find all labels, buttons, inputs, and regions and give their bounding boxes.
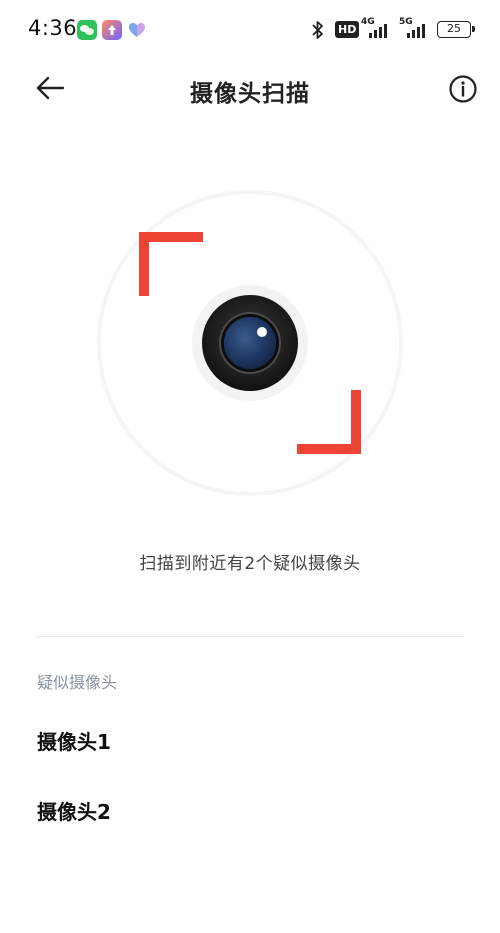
camera-lens-icon <box>202 295 298 391</box>
info-icon <box>449 75 477 103</box>
scan-result-text: 扫描到附近有2个疑似摄像头 <box>139 554 361 574</box>
divider <box>36 636 464 637</box>
status-bar: 4:36 HD 4G 5G 25 <box>0 0 500 60</box>
signal-icon <box>406 22 430 42</box>
title-bar: 摄像头扫描 <box>0 60 500 116</box>
scan-corner-bottom-right <box>297 390 361 454</box>
info-button[interactable] <box>448 74 478 104</box>
heart-icon <box>127 20 147 40</box>
page-title: 摄像头扫描 <box>190 81 310 107</box>
upload-icon <box>102 20 122 40</box>
lens-glass <box>224 317 276 369</box>
suspected-cameras-header: 疑似摄像头 <box>37 673 118 692</box>
scan-corner-top-left <box>139 232 203 296</box>
camera-list-item[interactable]: 摄像头1 <box>37 726 111 755</box>
lens-glint <box>257 327 267 337</box>
camera-scan-screen: 4:36 HD 4G 5G 25 摄像头扫描 扫描到附近有2个疑似摄像头 疑似摄… <box>0 0 500 933</box>
status-time: 4:36 <box>28 16 78 40</box>
camera-list-item[interactable]: 摄像头2 <box>37 796 111 825</box>
wechat-icon <box>77 20 97 40</box>
hd-badge: HD <box>335 21 360 38</box>
camera-scanner <box>97 190 403 496</box>
signal-icon <box>368 22 392 42</box>
battery-icon: 25 <box>437 21 475 38</box>
bluetooth-icon <box>310 20 326 44</box>
